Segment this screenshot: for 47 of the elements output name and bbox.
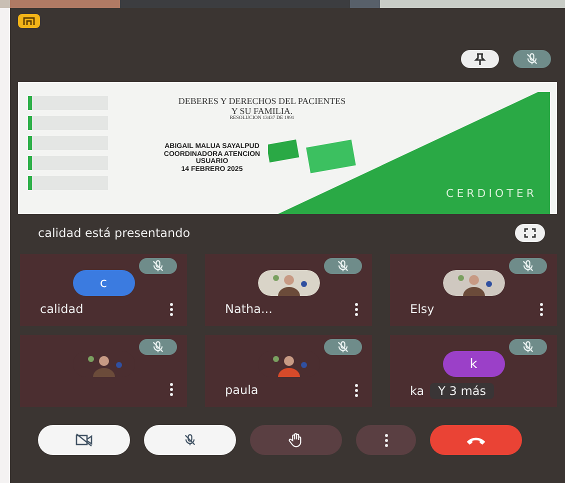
participant-tile[interactable]: k ka Y 3 más bbox=[390, 335, 557, 407]
participant-tile[interactable] bbox=[20, 335, 187, 407]
mic-off-icon bbox=[336, 259, 350, 273]
mic-off-icon bbox=[151, 340, 165, 354]
mic-off-button[interactable] bbox=[144, 425, 236, 455]
slide-thumbnail[interactable] bbox=[28, 116, 108, 130]
slide-thumbnail[interactable] bbox=[28, 156, 108, 170]
participant-name: ka bbox=[410, 384, 424, 398]
participant-name: Elsy bbox=[410, 302, 434, 316]
camera-off-button[interactable] bbox=[38, 425, 130, 455]
more-icon[interactable] bbox=[170, 383, 173, 396]
mic-off-icon bbox=[151, 259, 165, 273]
slide-title: DEBERES Y DERECHOS DEL PACIENTES bbox=[177, 96, 347, 106]
slide-thumbnail[interactable] bbox=[28, 176, 108, 190]
participant-name: calidad bbox=[40, 302, 84, 316]
raise-hand-button[interactable] bbox=[250, 425, 342, 455]
pin-icon bbox=[474, 53, 486, 65]
participant-tile[interactable]: Natha... bbox=[205, 254, 372, 326]
hand-icon bbox=[288, 432, 304, 448]
mic-off-icon bbox=[183, 433, 197, 447]
mic-off-icon bbox=[521, 340, 535, 354]
slide-thumbnail[interactable] bbox=[28, 96, 108, 110]
presenting-label: calidad está presentando bbox=[37, 226, 190, 240]
hang-up-button[interactable] bbox=[430, 425, 522, 455]
more-icon[interactable] bbox=[355, 302, 358, 316]
participant-name: paula bbox=[225, 383, 258, 397]
mic-off-icon bbox=[525, 52, 539, 66]
more-icon[interactable] bbox=[540, 302, 543, 316]
mic-off-icon bbox=[521, 259, 535, 273]
more-icon[interactable] bbox=[355, 384, 358, 396]
participant-tile[interactable]: c calidad bbox=[20, 254, 187, 326]
slide-title: Y SU FAMILIA. bbox=[231, 106, 293, 116]
fullscreen-icon bbox=[524, 228, 536, 238]
fullscreen-button[interactable] bbox=[515, 224, 545, 242]
participant-tile[interactable]: Elsy bbox=[390, 254, 557, 326]
avatar: c bbox=[72, 270, 134, 296]
participant-tile[interactable]: paula bbox=[205, 335, 372, 407]
participant-name: Natha... bbox=[225, 302, 272, 316]
mic-off-icon bbox=[336, 340, 350, 354]
camera-off-icon bbox=[75, 433, 93, 447]
flag-icon bbox=[22, 16, 36, 26]
more-participants-label: Y 3 más bbox=[430, 383, 494, 399]
slide-logo-text: CERDIOTER bbox=[446, 187, 537, 200]
slide-thumbnail[interactable] bbox=[28, 136, 108, 150]
more-icon[interactable] bbox=[170, 302, 173, 316]
avatar: k bbox=[442, 351, 504, 377]
pin-button[interactable] bbox=[461, 50, 499, 68]
